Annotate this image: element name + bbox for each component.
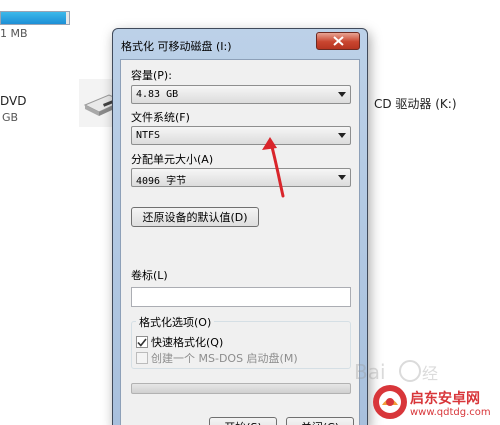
chevron-down-icon — [338, 133, 346, 138]
msdos-startup-label: 创建一个 MS-DOS 启动盘(M) — [151, 352, 298, 365]
filesystem-value: NTFS — [136, 130, 161, 141]
drive-usage-bar — [0, 11, 70, 25]
filesystem-label: 文件系统(F) — [131, 111, 190, 124]
capacity-label: 容量(P): — [131, 69, 172, 82]
volume-label-label: 卷标(L) — [131, 269, 168, 282]
drive-usage-fill — [1, 12, 66, 24]
watermark-brand-text: 启东安卓网 — [410, 391, 480, 407]
filesystem-select[interactable]: NTFS — [131, 126, 351, 145]
start-button[interactable]: 开始(S) — [209, 417, 277, 425]
capacity-select[interactable]: 4.83 GB — [131, 85, 351, 104]
close-button[interactable]: 关闭(C) — [286, 417, 354, 425]
close-x-icon — [332, 36, 344, 46]
format-progress-bar — [131, 383, 351, 394]
dvd-drive-label[interactable]: DVD — [0, 94, 26, 108]
allocation-label: 分配单元大小(A) — [131, 153, 214, 166]
volume-label-input[interactable] — [131, 287, 351, 307]
chevron-down-icon — [338, 92, 346, 97]
format-options-title: 格式化选项(O) — [136, 314, 215, 330]
dialog-body: 容量(P): 4.83 GB 文件系统(F) NTFS 分配单元大小(A) 40… — [120, 59, 360, 425]
checkmark-icon — [137, 338, 147, 347]
chevron-down-icon — [338, 175, 346, 180]
quick-format-checkbox[interactable] — [136, 336, 148, 348]
title-close-button[interactable] — [316, 32, 360, 50]
msdos-startup-checkbox — [136, 352, 148, 364]
format-dialog: 格式化 可移动磁盘 (I:) 容量(P): 4.83 GB 文件系统(F) NT… — [112, 28, 368, 425]
dvd-drive-size: GB — [2, 111, 19, 124]
svg-text:经: 经 — [422, 364, 438, 383]
quick-format-option[interactable]: 快速格式化(Q) — [136, 335, 223, 349]
quick-format-label: 快速格式化(Q) — [151, 336, 224, 349]
qdtdg-logo-icon — [373, 385, 407, 419]
watermark-url-text: www.qdtdg.com — [410, 407, 491, 418]
format-options-group: 格式化选项(O) 快速格式化(Q) 创建一个 MS-DOS 启动盘(M) — [131, 314, 351, 369]
dialog-titlebar[interactable]: 格式化 可移动磁盘 (I:) — [113, 29, 367, 59]
dialog-title: 格式化 可移动磁盘 (I:) — [121, 40, 232, 53]
allocation-value: 4096 字节 — [136, 176, 187, 187]
restore-defaults-button[interactable]: 还原设备的默认值(D) — [131, 207, 259, 227]
drive-size-text: 1 MB — [0, 27, 28, 40]
cd-drive-label[interactable]: CD 驱动器 (K:) — [374, 95, 457, 112]
msdos-startup-option: 创建一个 MS-DOS 启动盘(M) — [136, 351, 298, 365]
allocation-select[interactable]: 4096 字节 — [131, 168, 351, 187]
screen: 1 MB DVD GB CD 驱动器 (K:) 格式化 可移动磁盘 (I:) 容… — [0, 0, 500, 425]
capacity-value: 4.83 GB — [136, 89, 179, 100]
